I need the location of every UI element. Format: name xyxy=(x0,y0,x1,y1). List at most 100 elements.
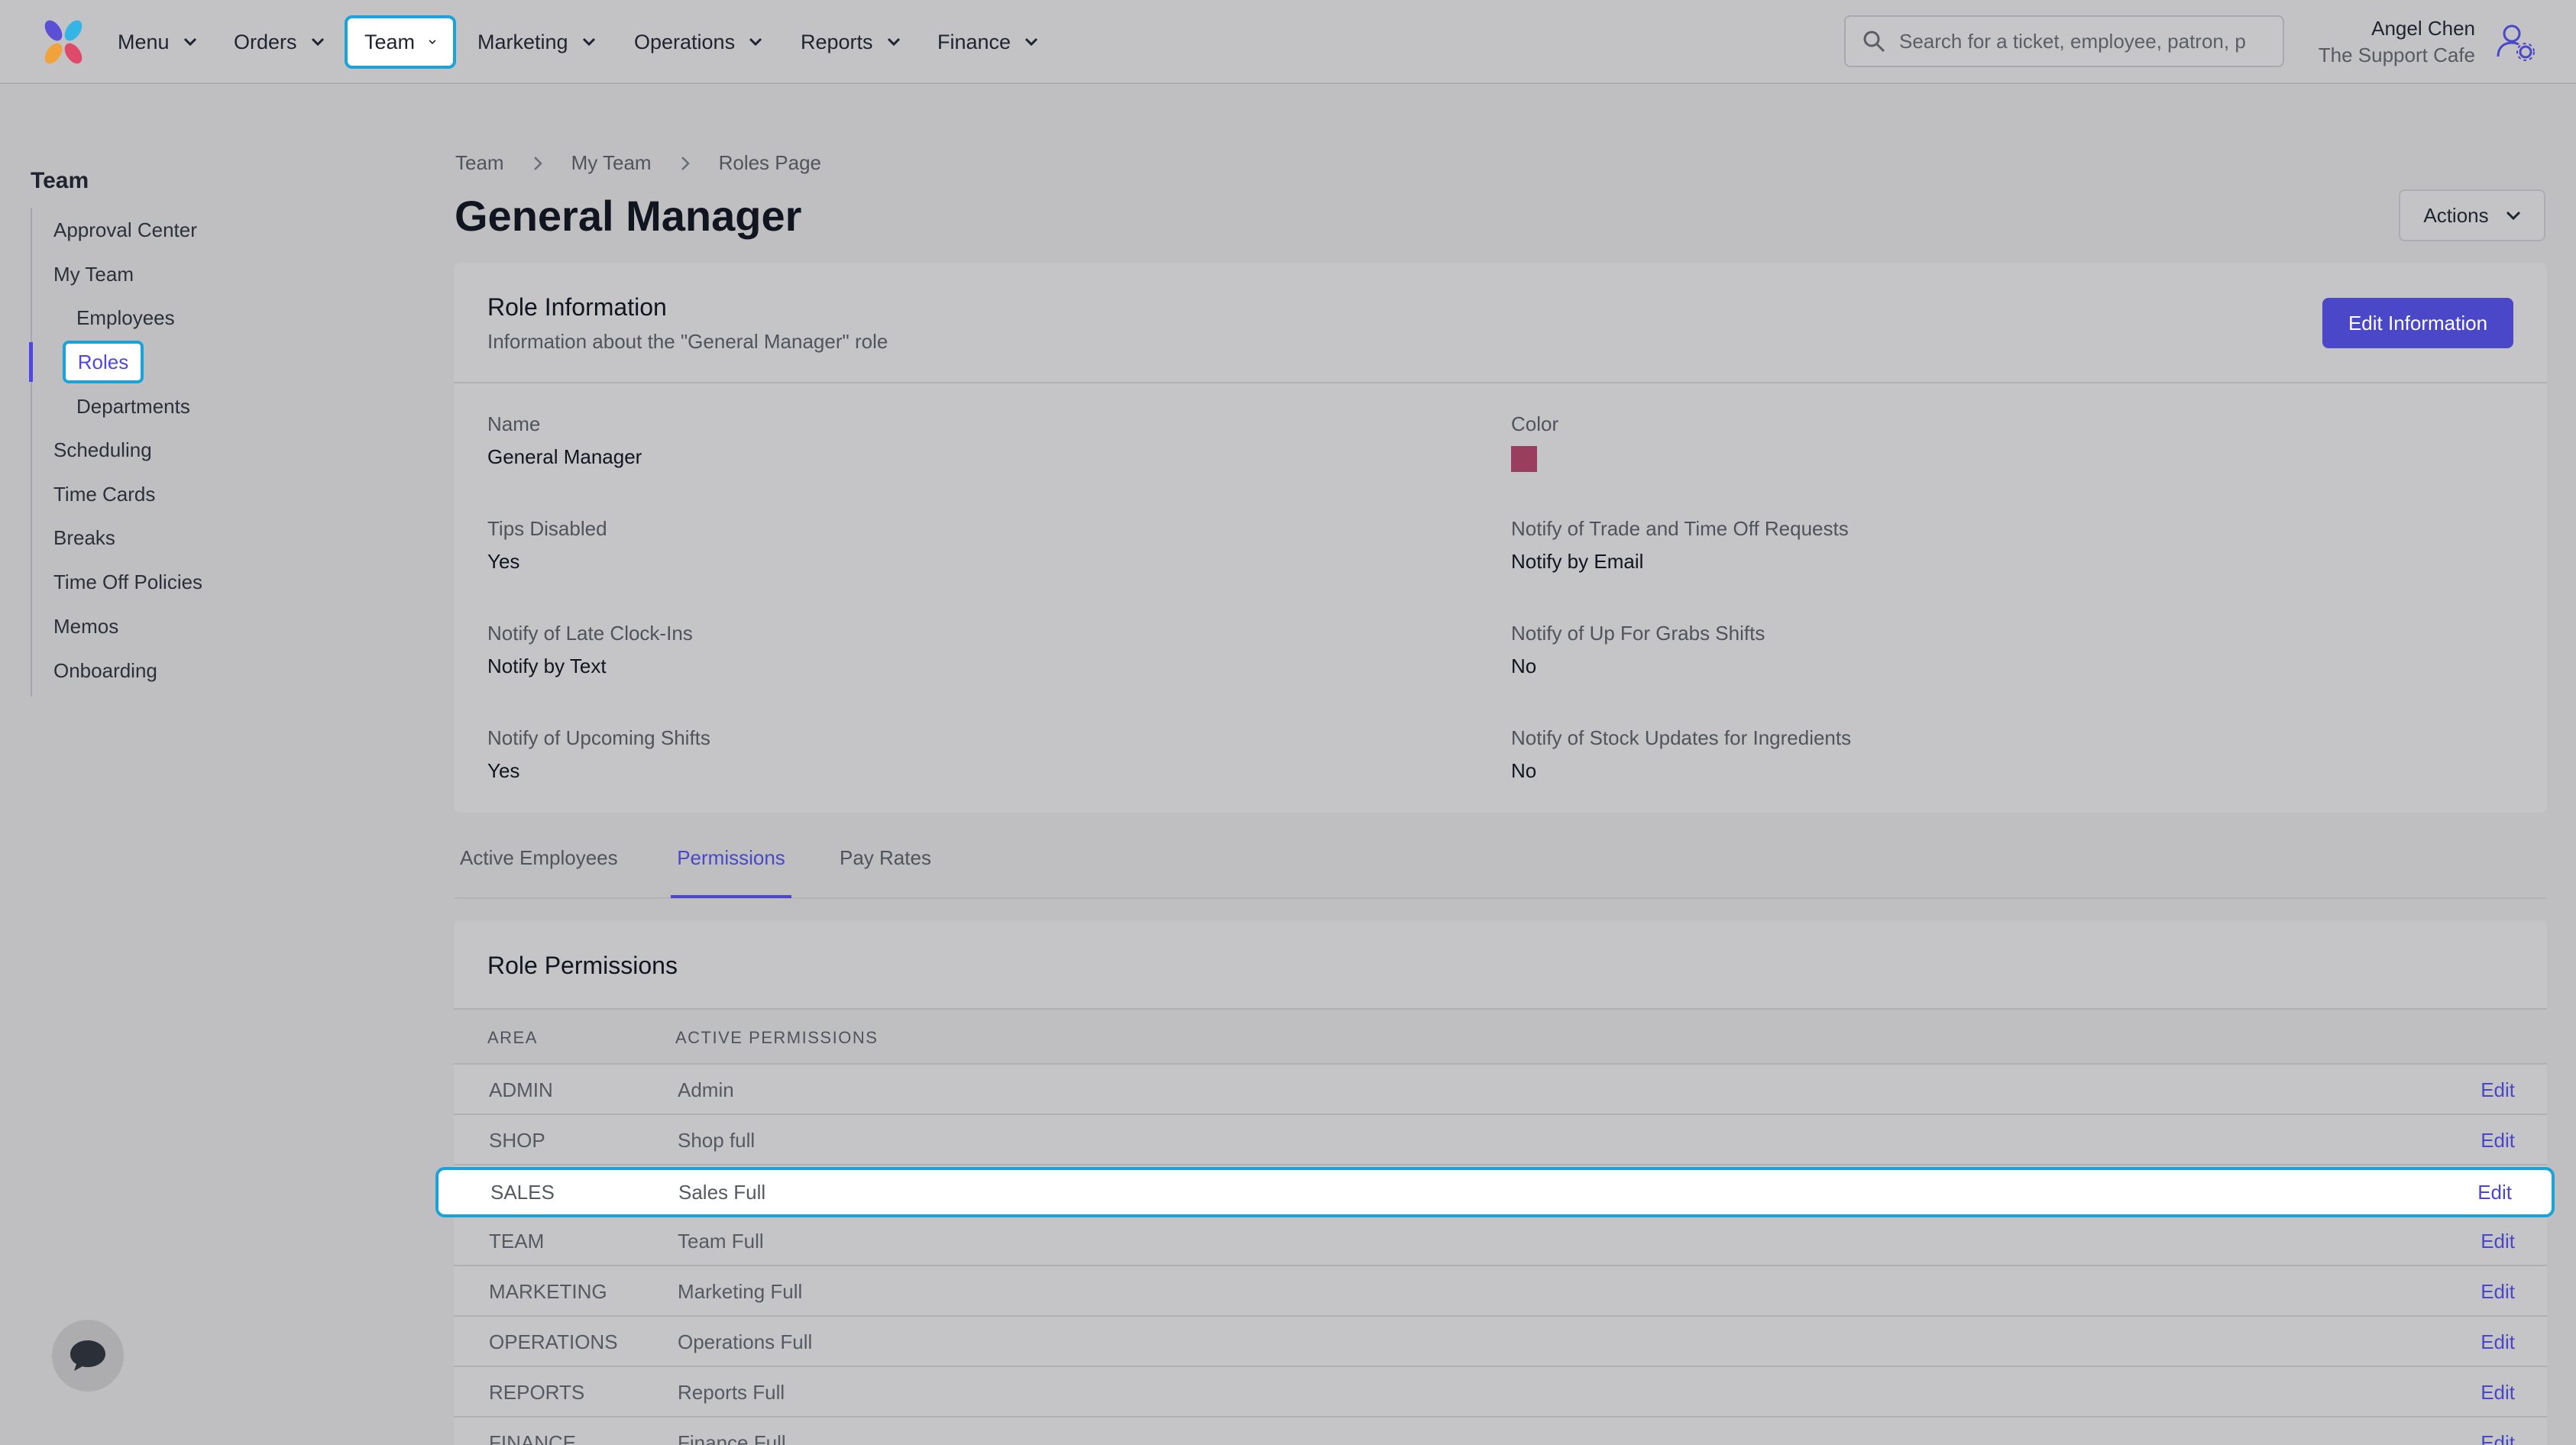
table-row: MARKETING Marketing Full Edit xyxy=(454,1266,2547,1317)
breadcrumb-my-team[interactable]: My Team xyxy=(571,151,652,175)
field-label: Notify of Stock Updates for Ingredients xyxy=(1511,726,1852,749)
nav-reports[interactable]: Reports xyxy=(784,15,917,69)
field-value: Yes xyxy=(487,550,520,573)
field-value: No xyxy=(1511,759,1537,782)
edit-link[interactable]: Edit xyxy=(2481,1129,2515,1152)
role-information-card: Role Information Information about the "… xyxy=(454,263,2547,813)
row-permission: Admin xyxy=(678,1078,734,1101)
tab-pay-rates[interactable]: Pay Rates xyxy=(840,846,931,898)
row-permission: Operations Full xyxy=(678,1330,813,1353)
row-permission: Marketing Full xyxy=(678,1280,803,1303)
row-permission: Sales Full xyxy=(678,1181,766,1204)
tab-permissions[interactable]: Permissions xyxy=(671,846,791,898)
chevron-down-icon xyxy=(183,37,196,47)
search-box[interactable] xyxy=(1844,15,2284,67)
table-row-sales-highlighted[interactable]: SALES Sales Full Edit xyxy=(435,1167,2555,1217)
chevron-down-icon xyxy=(887,37,900,47)
user-info[interactable]: Angel Chen The Support Cafe xyxy=(2319,15,2475,69)
chevron-down-icon xyxy=(429,40,436,44)
color-swatch xyxy=(1511,446,1537,472)
actions-button[interactable]: Actions xyxy=(2399,189,2545,241)
table-row: FINANCE Finance Full Edit xyxy=(454,1418,2547,1445)
role-permissions-title: Role Permissions xyxy=(487,952,678,979)
table-row: ADMIN Admin Edit xyxy=(454,1065,2547,1115)
edit-link[interactable]: Edit xyxy=(2481,1431,2515,1445)
sidebar-item-employees[interactable]: Employees xyxy=(76,304,175,331)
nav-team[interactable]: Team xyxy=(345,15,456,69)
nav-team-label: Team xyxy=(364,30,416,53)
actions-button-label: Actions xyxy=(2423,203,2489,227)
field-label: Notify of Up For Grabs Shifts xyxy=(1511,622,1765,645)
edit-link[interactable]: Edit xyxy=(2481,1078,2515,1102)
field-color: Color xyxy=(1511,411,1558,472)
top-navigation-bar: Menu Orders Team Marketing Operations Re… xyxy=(0,0,2576,84)
field-value: Notify by Text xyxy=(487,655,607,677)
row-permission: Reports Full xyxy=(678,1381,785,1404)
logo-icon[interactable] xyxy=(38,17,89,67)
column-header-area: AREA xyxy=(487,1028,538,1047)
field-notify-trade: Notify of Trade and Time Off Requests No… xyxy=(1511,516,1849,574)
chevron-down-icon xyxy=(311,37,324,47)
field-label: Color xyxy=(1511,412,1559,435)
nav-menu[interactable]: Menu xyxy=(101,15,214,69)
field-label: Notify of Upcoming Shifts xyxy=(487,726,710,749)
table-row: REPORTS Reports Full Edit xyxy=(454,1367,2547,1418)
row-area: ADMIN xyxy=(489,1078,553,1101)
nav-marketing-label: Marketing xyxy=(477,30,568,53)
nav-finance[interactable]: Finance xyxy=(921,15,1055,69)
edit-information-button[interactable]: Edit Information xyxy=(2322,298,2513,348)
sidebar-item-departments[interactable]: Departments xyxy=(76,393,190,420)
field-label: Tips Disabled xyxy=(487,517,607,540)
sidebar-item-my-team[interactable]: My Team xyxy=(53,260,134,288)
nav-menu-label: Menu xyxy=(118,30,170,53)
sidebar-item-onboarding[interactable]: Onboarding xyxy=(53,657,157,684)
row-permission: Team Full xyxy=(678,1230,764,1253)
edit-link[interactable]: Edit xyxy=(2481,1230,2515,1253)
nav-operations[interactable]: Operations xyxy=(617,15,779,69)
chat-button[interactable] xyxy=(52,1320,124,1392)
sidebar-item-time-off-policies[interactable]: Time Off Policies xyxy=(53,568,202,596)
field-label: Notify of Trade and Time Off Requests xyxy=(1511,517,1849,540)
chevron-down-icon xyxy=(582,37,595,47)
edit-link[interactable]: Edit xyxy=(2481,1330,2515,1354)
field-value: No xyxy=(1511,655,1537,677)
chevron-down-icon xyxy=(1025,37,1038,47)
field-value: Yes xyxy=(487,759,520,782)
row-area: REPORTS xyxy=(489,1381,585,1404)
sidebar-item-time-cards[interactable]: Time Cards xyxy=(53,480,155,508)
user-name: Angel Chen xyxy=(2371,17,2475,40)
edit-link[interactable]: Edit xyxy=(2477,1181,2512,1204)
search-icon xyxy=(1863,31,1885,53)
field-tips-disabled: Tips Disabled Yes xyxy=(487,516,607,574)
chevron-right-icon xyxy=(533,156,542,170)
field-label: Notify of Late Clock-Ins xyxy=(487,622,693,645)
edit-link[interactable]: Edit xyxy=(2481,1381,2515,1405)
sidebar-item-breaks[interactable]: Breaks xyxy=(53,524,115,551)
nav-marketing[interactable]: Marketing xyxy=(461,15,613,69)
nav-reports-label: Reports xyxy=(801,30,873,53)
table-row: SHOP Shop full Edit xyxy=(454,1115,2547,1165)
breadcrumb-team[interactable]: Team xyxy=(455,151,504,175)
sidebar-active-marker xyxy=(29,342,33,382)
sidebar-item-memos[interactable]: Memos xyxy=(53,613,118,640)
field-value: General Manager xyxy=(487,445,642,468)
field-name: Name General Manager xyxy=(487,411,642,470)
field-notify-upcoming: Notify of Upcoming Shifts Yes xyxy=(487,725,710,784)
edit-link[interactable]: Edit xyxy=(2481,1280,2515,1304)
sidebar-item-scheduling[interactable]: Scheduling xyxy=(53,436,152,464)
user-settings-icon[interactable] xyxy=(2495,21,2536,63)
sidebar-item-approval-center[interactable]: Approval Center xyxy=(53,216,197,244)
table-row: TEAM Team Full Edit xyxy=(454,1216,2547,1266)
sidebar-item-roles[interactable]: Roles xyxy=(63,341,144,383)
field-label: Name xyxy=(487,412,541,435)
table-row: OPERATIONS Operations Full Edit xyxy=(454,1317,2547,1367)
chevron-right-icon xyxy=(681,156,690,170)
search-input[interactable] xyxy=(1899,29,2258,53)
row-area: SHOP xyxy=(489,1129,545,1152)
nav-orders[interactable]: Orders xyxy=(217,15,341,69)
table-header: AREA ACTIVE PERMISSIONS xyxy=(454,1010,2547,1065)
field-value: Notify by Email xyxy=(1511,550,1644,573)
tab-active-employees[interactable]: Active Employees xyxy=(460,846,618,898)
page-title: General Manager xyxy=(455,192,802,240)
chat-bubble-icon xyxy=(70,1340,105,1371)
